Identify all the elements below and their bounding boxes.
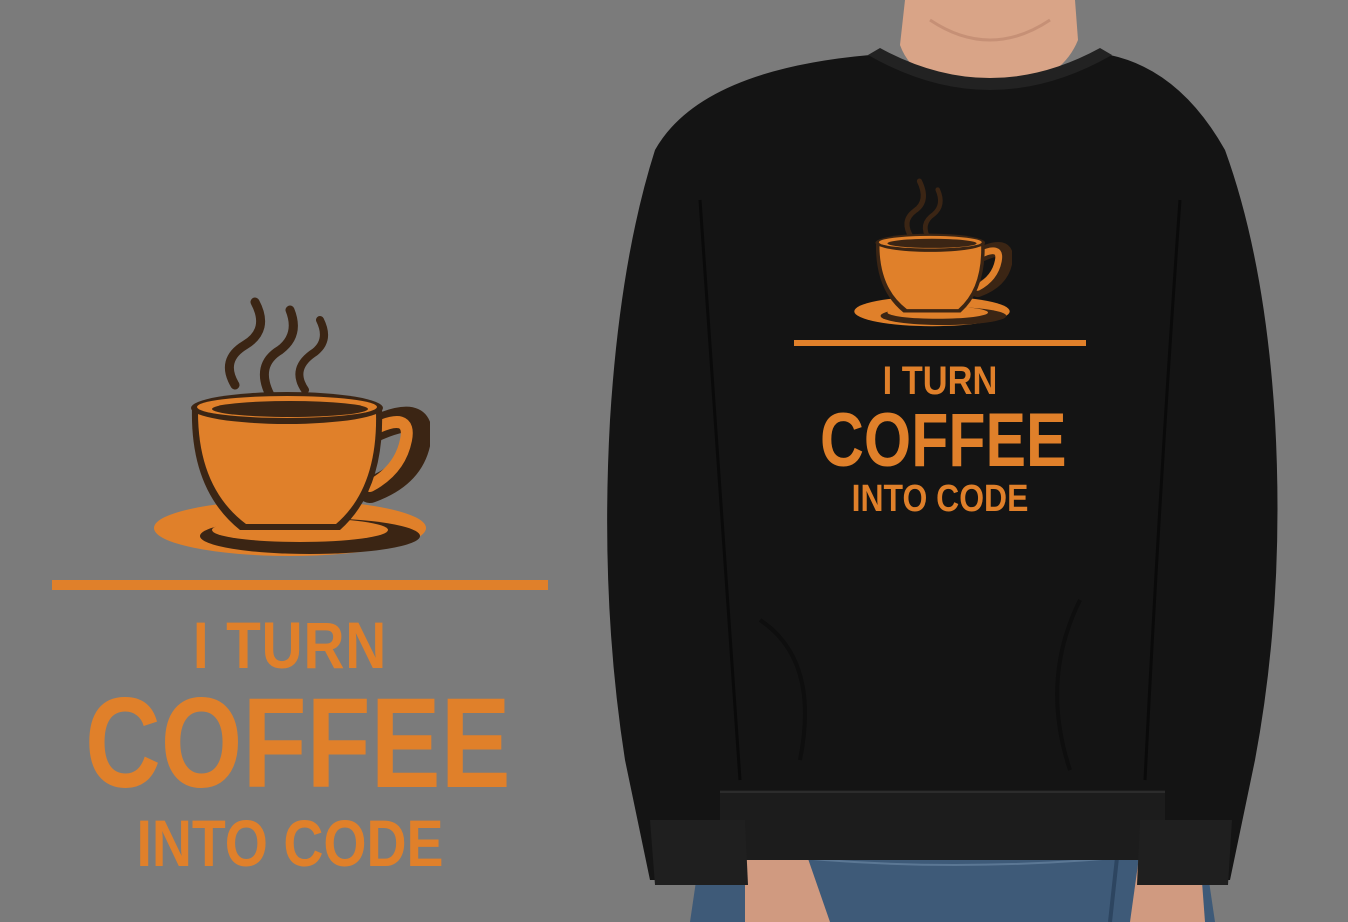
standalone-design: I TURN COFFEE INTO CODE bbox=[40, 290, 570, 890]
product-mockup: I TURN COFFEE INTO CODE I TURN COFFEE IN… bbox=[0, 0, 1348, 922]
sweatshirt-waistband bbox=[720, 790, 1165, 860]
slogan-line-1: I TURN bbox=[192, 608, 388, 682]
coffee-cup-icon bbox=[154, 297, 430, 556]
slogan-line-2: COFFEE bbox=[85, 672, 511, 815]
slogan-line-3: INTO CODE bbox=[851, 478, 1029, 520]
slogan-line-3: INTO CODE bbox=[136, 806, 444, 880]
sweatshirt-print: I TURN COFFEE INTO CODE bbox=[790, 175, 1090, 520]
right-cuff bbox=[1137, 820, 1232, 885]
slogan-line-1: I TURN bbox=[882, 359, 998, 403]
left-cuff bbox=[650, 820, 748, 885]
coffee-cup-icon bbox=[854, 178, 1012, 327]
slogan-line-2: COFFEE bbox=[820, 398, 1067, 483]
divider-line bbox=[52, 580, 548, 590]
divider-line bbox=[794, 340, 1086, 346]
